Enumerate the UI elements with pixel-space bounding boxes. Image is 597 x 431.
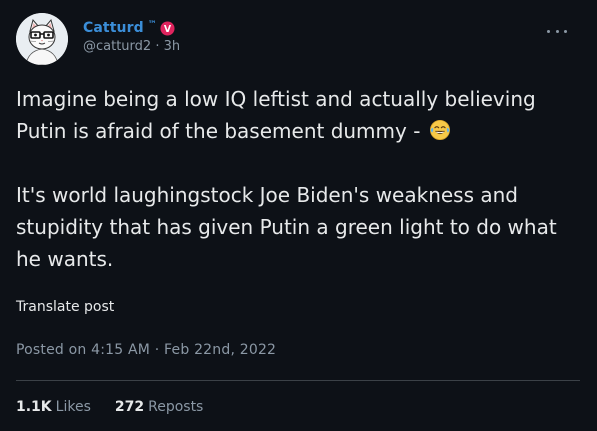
trademark-symbol: ™ (147, 20, 157, 30)
divider (16, 380, 580, 381)
posted-timestamp[interactable]: Posted on 4:15 AM · Feb 22nd, 2022 (16, 342, 276, 358)
engagement-stats: 1.1K Likes 272 Reposts (16, 399, 203, 415)
ellipsis-icon (564, 29, 567, 33)
author-name-row[interactable]: Catturd ™ V (83, 19, 175, 37)
author-handle[interactable]: @catturd2 (83, 39, 151, 54)
likes-count: 1.1K (16, 399, 52, 415)
more-options-button[interactable] (547, 27, 567, 35)
cat-avatar-icon (16, 13, 68, 65)
ellipsis-icon (547, 29, 550, 33)
handle-separator: · (155, 39, 160, 54)
reposts-label: Reposts (148, 399, 204, 415)
likes-stat[interactable]: 1.1K Likes (16, 399, 91, 415)
verified-badge-icon: V (160, 20, 175, 36)
post-paragraph-1: Imagine being a low IQ leftist and actua… (16, 83, 581, 147)
post-card: Catturd ™ V @catturd2 · 3h Imagine being… (0, 0, 597, 431)
post-body: Imagine being a low IQ leftist and actua… (16, 83, 581, 275)
post-time-ago[interactable]: 3h (164, 39, 181, 54)
author-display-name[interactable]: Catturd (83, 20, 144, 36)
post-paragraph-2: It's world laughingstock Joe Biden's wea… (16, 183, 564, 271)
post-paragraph-1-text: Imagine being a low IQ leftist and actua… (16, 87, 543, 143)
author-handle-row: @catturd2 · 3h (83, 39, 180, 54)
face-with-tears-of-joy-icon (429, 120, 450, 140)
ellipsis-icon (555, 29, 559, 33)
author-avatar[interactable] (16, 13, 68, 65)
reposts-count: 272 (114, 399, 145, 415)
svg-text:V: V (164, 23, 172, 34)
translate-post-link[interactable]: Translate post (16, 299, 114, 315)
likes-label: Likes (55, 399, 91, 415)
reposts-stat[interactable]: 272 Reposts (115, 399, 203, 415)
